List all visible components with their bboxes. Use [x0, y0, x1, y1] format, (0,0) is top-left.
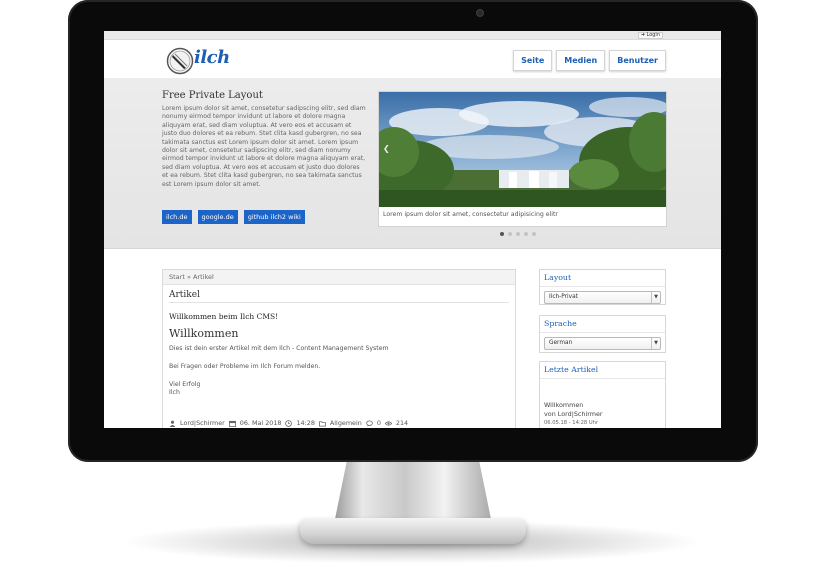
calendar-icon: [228, 420, 236, 427]
recent-article-author: von Lord|Schirmer: [544, 410, 603, 418]
meta-date: 06. Mai 2018: [239, 419, 282, 427]
meta-author[interactable]: Lord|Schirmer: [180, 419, 225, 427]
nav-seite-button[interactable]: Seite: [513, 50, 553, 71]
slider-dot-5[interactable]: [532, 232, 536, 236]
article-heading: Artikel: [169, 290, 509, 303]
logo-text[interactable]: ilch: [194, 47, 230, 68]
top-bar: ➜ Login: [104, 31, 721, 40]
hero-title: Free Private Layout: [162, 90, 263, 101]
recent-article-item: Willkommen von Lord|Schirmer 06.05.18 - …: [540, 379, 665, 428]
login-label: Login: [646, 32, 661, 38]
language-box: Sprache German ▼: [539, 315, 666, 353]
hero-text: Lorem ipsum dolor sit amet, consetetur s…: [162, 105, 366, 188]
article-meta: Lord|Schirmer 06. Mai 2018 14:28 Allgeme…: [169, 419, 408, 427]
article-paragraph-2: Bei Fragen oder Probleme im Ilch Forum m…: [169, 363, 321, 370]
recent-article-date: 06.05.18 - 14:28 Uhr: [544, 420, 599, 426]
recent-article-link[interactable]: Willkommen: [544, 401, 661, 410]
slider-dot-4[interactable]: [524, 232, 528, 236]
meta-category[interactable]: Allgemein: [330, 419, 362, 427]
article-title: Willkommen: [169, 327, 239, 340]
link-google-de[interactable]: google.de: [197, 210, 238, 224]
article-paragraph-3b: Ilch: [169, 389, 180, 396]
article-subtitle: Willkommen beim Ilch CMS!: [169, 312, 279, 321]
slider-caption: Lorem ipsum dolor sit amet, consectetur …: [383, 211, 558, 218]
meta-time: 14:28: [296, 419, 315, 427]
recent-articles-title: Letzte Artikel: [540, 362, 665, 379]
chevron-down-icon: ▼: [651, 338, 660, 349]
link-ilch-de[interactable]: ilch.de: [162, 210, 192, 224]
breadcrumb[interactable]: Start » Artikel: [163, 270, 515, 285]
slide-image: ❮: [379, 92, 666, 207]
ilch-logo-icon: [166, 47, 194, 75]
meta-comments[interactable]: 0: [377, 419, 381, 427]
link-github-wiki[interactable]: github ilch2 wiki: [243, 210, 305, 224]
slider-dots: [500, 232, 536, 236]
slider-prev-icon[interactable]: ❮: [383, 144, 390, 154]
article-panel: Start » Artikel Artikel Willkommen beim …: [162, 269, 516, 428]
chevron-down-icon: ▼: [651, 292, 660, 303]
camera-icon: [476, 9, 484, 17]
user-icon: [169, 420, 176, 427]
monitor-stand: [334, 462, 492, 524]
monitor-base: [300, 518, 526, 544]
login-button[interactable]: ➜ Login: [637, 32, 663, 39]
slider-dot-1[interactable]: [500, 232, 504, 236]
image-slider[interactable]: ❮ Lorem ipsum dolor sit amet, consectetu…: [378, 91, 667, 227]
article-paragraph-1: Dies ist dein erster Artikel mit dem Ilc…: [169, 345, 389, 352]
screen: ➜ Login ilch Seite Medien Benutzer Free …: [104, 31, 721, 428]
folder-icon: [318, 420, 326, 427]
clock-icon: [285, 419, 293, 427]
layout-box: Layout Ilch-Privat ▼: [539, 269, 666, 305]
slider-dot-3[interactable]: [516, 232, 520, 236]
site-header: ilch Seite Medien Benutzer: [104, 40, 721, 79]
recent-articles-box: Letzte Artikel Willkommen von Lord|Schir…: [539, 361, 666, 428]
slider-dot-2[interactable]: [508, 232, 512, 236]
meta-views: 214: [395, 419, 409, 427]
comment-icon: [366, 419, 373, 427]
hero-links: ilch.de google.de github ilch2 wiki: [162, 210, 305, 224]
language-select[interactable]: German ▼: [544, 337, 661, 350]
article-paragraph-3a: Viel Erfolg: [169, 381, 201, 388]
language-select-value: German: [549, 340, 573, 346]
layout-select[interactable]: Ilch-Privat ▼: [544, 291, 661, 304]
nav-medien-button[interactable]: Medien: [556, 50, 606, 71]
layout-box-title: Layout: [540, 270, 665, 287]
nav-benutzer-button[interactable]: Benutzer: [609, 50, 666, 71]
language-box-title: Sprache: [540, 316, 665, 333]
layout-select-value: Ilch-Privat: [549, 294, 578, 300]
eye-icon: [384, 420, 392, 426]
hero-section: Free Private Layout Lorem ipsum dolor si…: [104, 78, 721, 249]
main-nav: Seite Medien Benutzer: [513, 50, 666, 71]
